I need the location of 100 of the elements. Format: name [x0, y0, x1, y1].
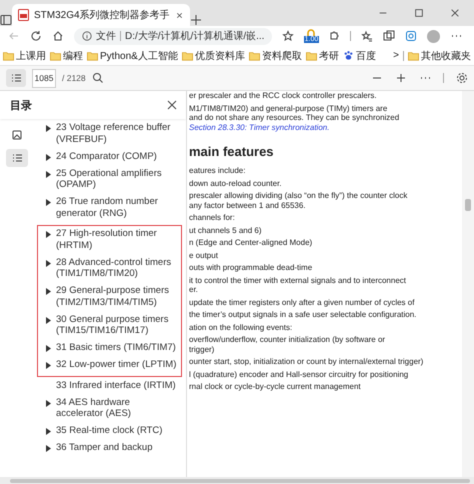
- document-text: channels for:: [189, 213, 236, 222]
- document-text: down auto-reload counter.: [189, 178, 283, 188]
- folder-icon: [248, 50, 260, 60]
- new-tab-icon[interactable]: [190, 14, 202, 26]
- share-icon[interactable]: [405, 30, 418, 42]
- maximize-icon[interactable]: [414, 8, 424, 18]
- vertical-scrollbar[interactable]: [462, 91, 474, 477]
- document-text: ut channels 5 and 6): [189, 226, 262, 235]
- close-icon[interactable]: [450, 8, 460, 18]
- document-text: prescaler allowing dividing (also “on the fly”) the counter clock: [189, 191, 408, 200]
- favorite-star-icon[interactable]: [282, 30, 294, 42]
- expand-arrow-icon[interactable]: [46, 154, 52, 160]
- lock-icon: [306, 29, 316, 36]
- horizontal-scrollbar[interactable]: [0, 477, 474, 484]
- settings-icon[interactable]: [456, 72, 468, 84]
- expand-arrow-icon[interactable]: [46, 260, 52, 266]
- list-icon: [10, 152, 22, 164]
- home-icon[interactable]: [52, 30, 64, 42]
- search-icon[interactable]: [92, 72, 104, 84]
- favorites-icon[interactable]: [361, 30, 374, 42]
- document-text: ation on the following events:: [189, 322, 294, 332]
- outline-item[interactable]: 26 True random number generator (RNG): [56, 196, 178, 219]
- folder-icon: [50, 50, 61, 60]
- section-heading: main features: [189, 143, 275, 161]
- bookmark-item[interactable]: 其他收藏夹: [421, 48, 471, 62]
- address-text: D:/大学/计算机/计算机通课/嵌...: [125, 30, 264, 43]
- outline-item[interactable]: 32 Low-power timer (LPTIM): [56, 359, 178, 370]
- document-text: er.: [189, 285, 199, 294]
- expand-arrow-icon[interactable]: [46, 362, 52, 369]
- document-text: e output: [189, 250, 219, 260]
- image-icon: [10, 129, 22, 141]
- outline-item[interactable]: 23 Voltage reference buffer (VREFBUF): [56, 122, 178, 145]
- outline-item[interactable]: 34 AES hardware accelerator (AES): [56, 396, 178, 420]
- document-text: er prescaler and the RCC clock controller prescalers.: [189, 91, 378, 100]
- bookmark-item[interactable]: 编程: [63, 48, 83, 62]
- bookmark-item[interactable]: 优质资料库: [194, 48, 245, 62]
- folder-icon: [408, 50, 419, 60]
- refresh-icon[interactable]: [30, 30, 42, 42]
- outline-item[interactable]: 30 General purpose timers (TIM15/TIM16/TIM17): [56, 314, 178, 336]
- outline-item[interactable]: 31 Basic timers (TIM6/TIM7): [56, 342, 178, 354]
- document-text: any factor between 1 and 65536.: [189, 200, 307, 210]
- document-text: it to control the timer with external signals and to interconnect: [189, 276, 407, 285]
- browser-tab[interactable]: STM32G4系列微控制器参考手: [12, 4, 190, 26]
- page-count: / 2128: [62, 73, 86, 83]
- collections-icon[interactable]: [383, 30, 396, 42]
- outline-item[interactable]: 27 High-resolution timer (HRTIM): [56, 228, 178, 251]
- document-text: eatures include:: [189, 166, 246, 176]
- pdf-icon: [18, 9, 29, 21]
- document-text: trigger): [189, 344, 216, 354]
- expand-arrow-icon[interactable]: [46, 288, 52, 295]
- document-text: ounter start, stop, initialization or count by internal/external trigger): [189, 357, 424, 366]
- expand-arrow-icon[interactable]: [46, 345, 52, 352]
- section-link[interactable]: Section 28.3.30: Timer synchronization.: [189, 122, 462, 132]
- expand-arrow-icon[interactable]: [46, 445, 52, 452]
- paw-icon: [342, 50, 354, 61]
- bookmark-item[interactable]: 百度: [356, 48, 376, 62]
- page-number-field[interactable]: 1085: [32, 68, 56, 88]
- more-bookmarks-button[interactable]: >: [393, 50, 399, 61]
- document-text: l (quadrature) encoder and Hall-sensor circuitry for positioning: [189, 370, 410, 379]
- outline-item[interactable]: 35 Real-time clock (RTC): [56, 425, 178, 436]
- document-text: M1/TIM8/TIM20) and general-purpose (TIMy) timers are: [189, 104, 388, 113]
- outline-item[interactable]: 25 Operational amplifiers (OPAMP): [56, 168, 178, 190]
- bookmark-item[interactable]: 考研: [318, 48, 339, 62]
- contents-icon[interactable]: [10, 72, 22, 84]
- expand-arrow-icon[interactable]: [46, 316, 52, 324]
- document-text: outs with programmable dead-time: [189, 263, 314, 272]
- expand-arrow-icon[interactable]: [46, 400, 52, 406]
- document-text: rnal clock or cycle-by-cycle current management: [189, 382, 362, 392]
- outline-item[interactable]: 29 General-purpose timers (TIM2/TIM3/TIM4/TIM5): [56, 285, 178, 308]
- address-field[interactable]: 文件 D:/大学/计算机/计算机通课/嵌...: [74, 28, 272, 44]
- bookmark-item[interactable]: 上课用: [16, 48, 46, 62]
- info-icon: [82, 31, 92, 41]
- outline-tab[interactable]: [6, 149, 28, 167]
- document-text: and do not share any resources. They can be synchronized: [189, 113, 400, 122]
- outline-item[interactable]: 24 Comparator (COMP): [56, 150, 178, 162]
- puzzle-icon[interactable]: [328, 30, 340, 42]
- expand-arrow-icon[interactable]: [46, 170, 52, 178]
- bookmark-item[interactable]: 资料爬取: [262, 48, 302, 62]
- folder-icon: [87, 50, 98, 60]
- outline-item[interactable]: 33 Infrared interface (IRTIM): [56, 380, 178, 391]
- outline-item[interactable]: 36 Tamper and backup: [56, 442, 178, 454]
- folder-icon: [306, 50, 317, 60]
- close-icon[interactable]: [166, 99, 178, 111]
- folder-icon: [3, 50, 14, 60]
- bookmark-item[interactable]: Python&人工智能: [100, 48, 178, 62]
- expand-arrow-icon[interactable]: [46, 428, 52, 435]
- document-text: the timer’s output signals in a safe user selectable configuration.: [189, 310, 418, 320]
- folder-icon: [182, 50, 193, 60]
- zoom-in-icon[interactable]: [395, 72, 407, 84]
- expand-arrow-icon[interactable]: [46, 125, 52, 132]
- expand-arrow-icon[interactable]: [46, 231, 52, 238]
- expand-arrow-icon[interactable]: [46, 199, 52, 206]
- close-icon[interactable]: [175, 10, 184, 20]
- file-label: 文件: [96, 30, 116, 43]
- document-text: overflow/underflow, counter initialization (by software or: [189, 335, 386, 344]
- tab-list-icon[interactable]: [0, 14, 12, 26]
- sidebar-title: 目录: [10, 98, 32, 112]
- document-text: n (Edge and Center-aligned Mode): [189, 238, 314, 248]
- outline-item[interactable]: 28 Advanced-control timers (TIM1/TIM8/TIM20): [56, 256, 178, 280]
- document-text: update the timer registers only after a given number of cycles of: [189, 298, 416, 307]
